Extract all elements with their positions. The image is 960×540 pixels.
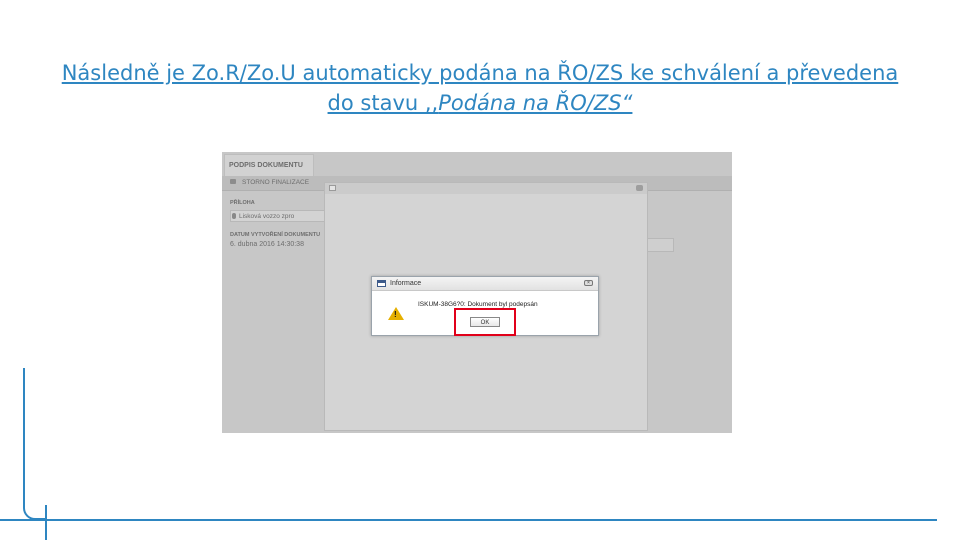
storno-finalizace-label: STORNO FINALIZACE (242, 179, 310, 186)
warning-mark: ! (394, 310, 397, 319)
decorative-line-horizontal (0, 519, 937, 521)
attachment-field[interactable]: Lisková vozzo zpro (230, 210, 326, 222)
window-icon (329, 185, 336, 191)
decorative-line-vertical (23, 368, 25, 500)
attachment-label: PŘÍLOHA (230, 200, 255, 206)
info-dialog-message: ISKUM-38G6?0: Dokument byl podepsán (418, 301, 538, 308)
attachment-value: Lisková vozzo zpro (239, 213, 295, 220)
tab-podpis-dokumentu[interactable]: PODPIS DOKUMENTU (224, 154, 314, 176)
background-input[interactable] (646, 238, 674, 252)
info-dialog-title: Informace (390, 280, 422, 287)
decorative-line-short (45, 505, 47, 540)
created-date-label: DATUM VYTVOŘENÍ DOKUMENTU (230, 232, 321, 238)
ok-button-highlight (454, 308, 516, 336)
info-dialog-header: Informace × (372, 277, 598, 291)
storno-finalizace-button[interactable]: STORNO FINALIZACE (230, 179, 309, 186)
lock-icon (230, 179, 236, 184)
signing-dialog-header (325, 183, 647, 194)
created-date-value: 6. dubna 2016 14:30:38 (230, 241, 304, 248)
bulb-icon (232, 213, 236, 219)
slide-title-status: Podána na ŘO/ZS“ (438, 91, 633, 115)
slide-title: Následně je Zo.R/Zo.U automaticky podána… (60, 58, 900, 118)
close-icon[interactable]: × (584, 280, 593, 286)
decorative-line-curve (23, 496, 47, 520)
application-screenshot: PODPIS DOKUMENTU STORNO FINALIZACE PŘÍLO… (222, 152, 732, 433)
close-icon[interactable] (636, 185, 643, 191)
window-icon (377, 280, 386, 287)
